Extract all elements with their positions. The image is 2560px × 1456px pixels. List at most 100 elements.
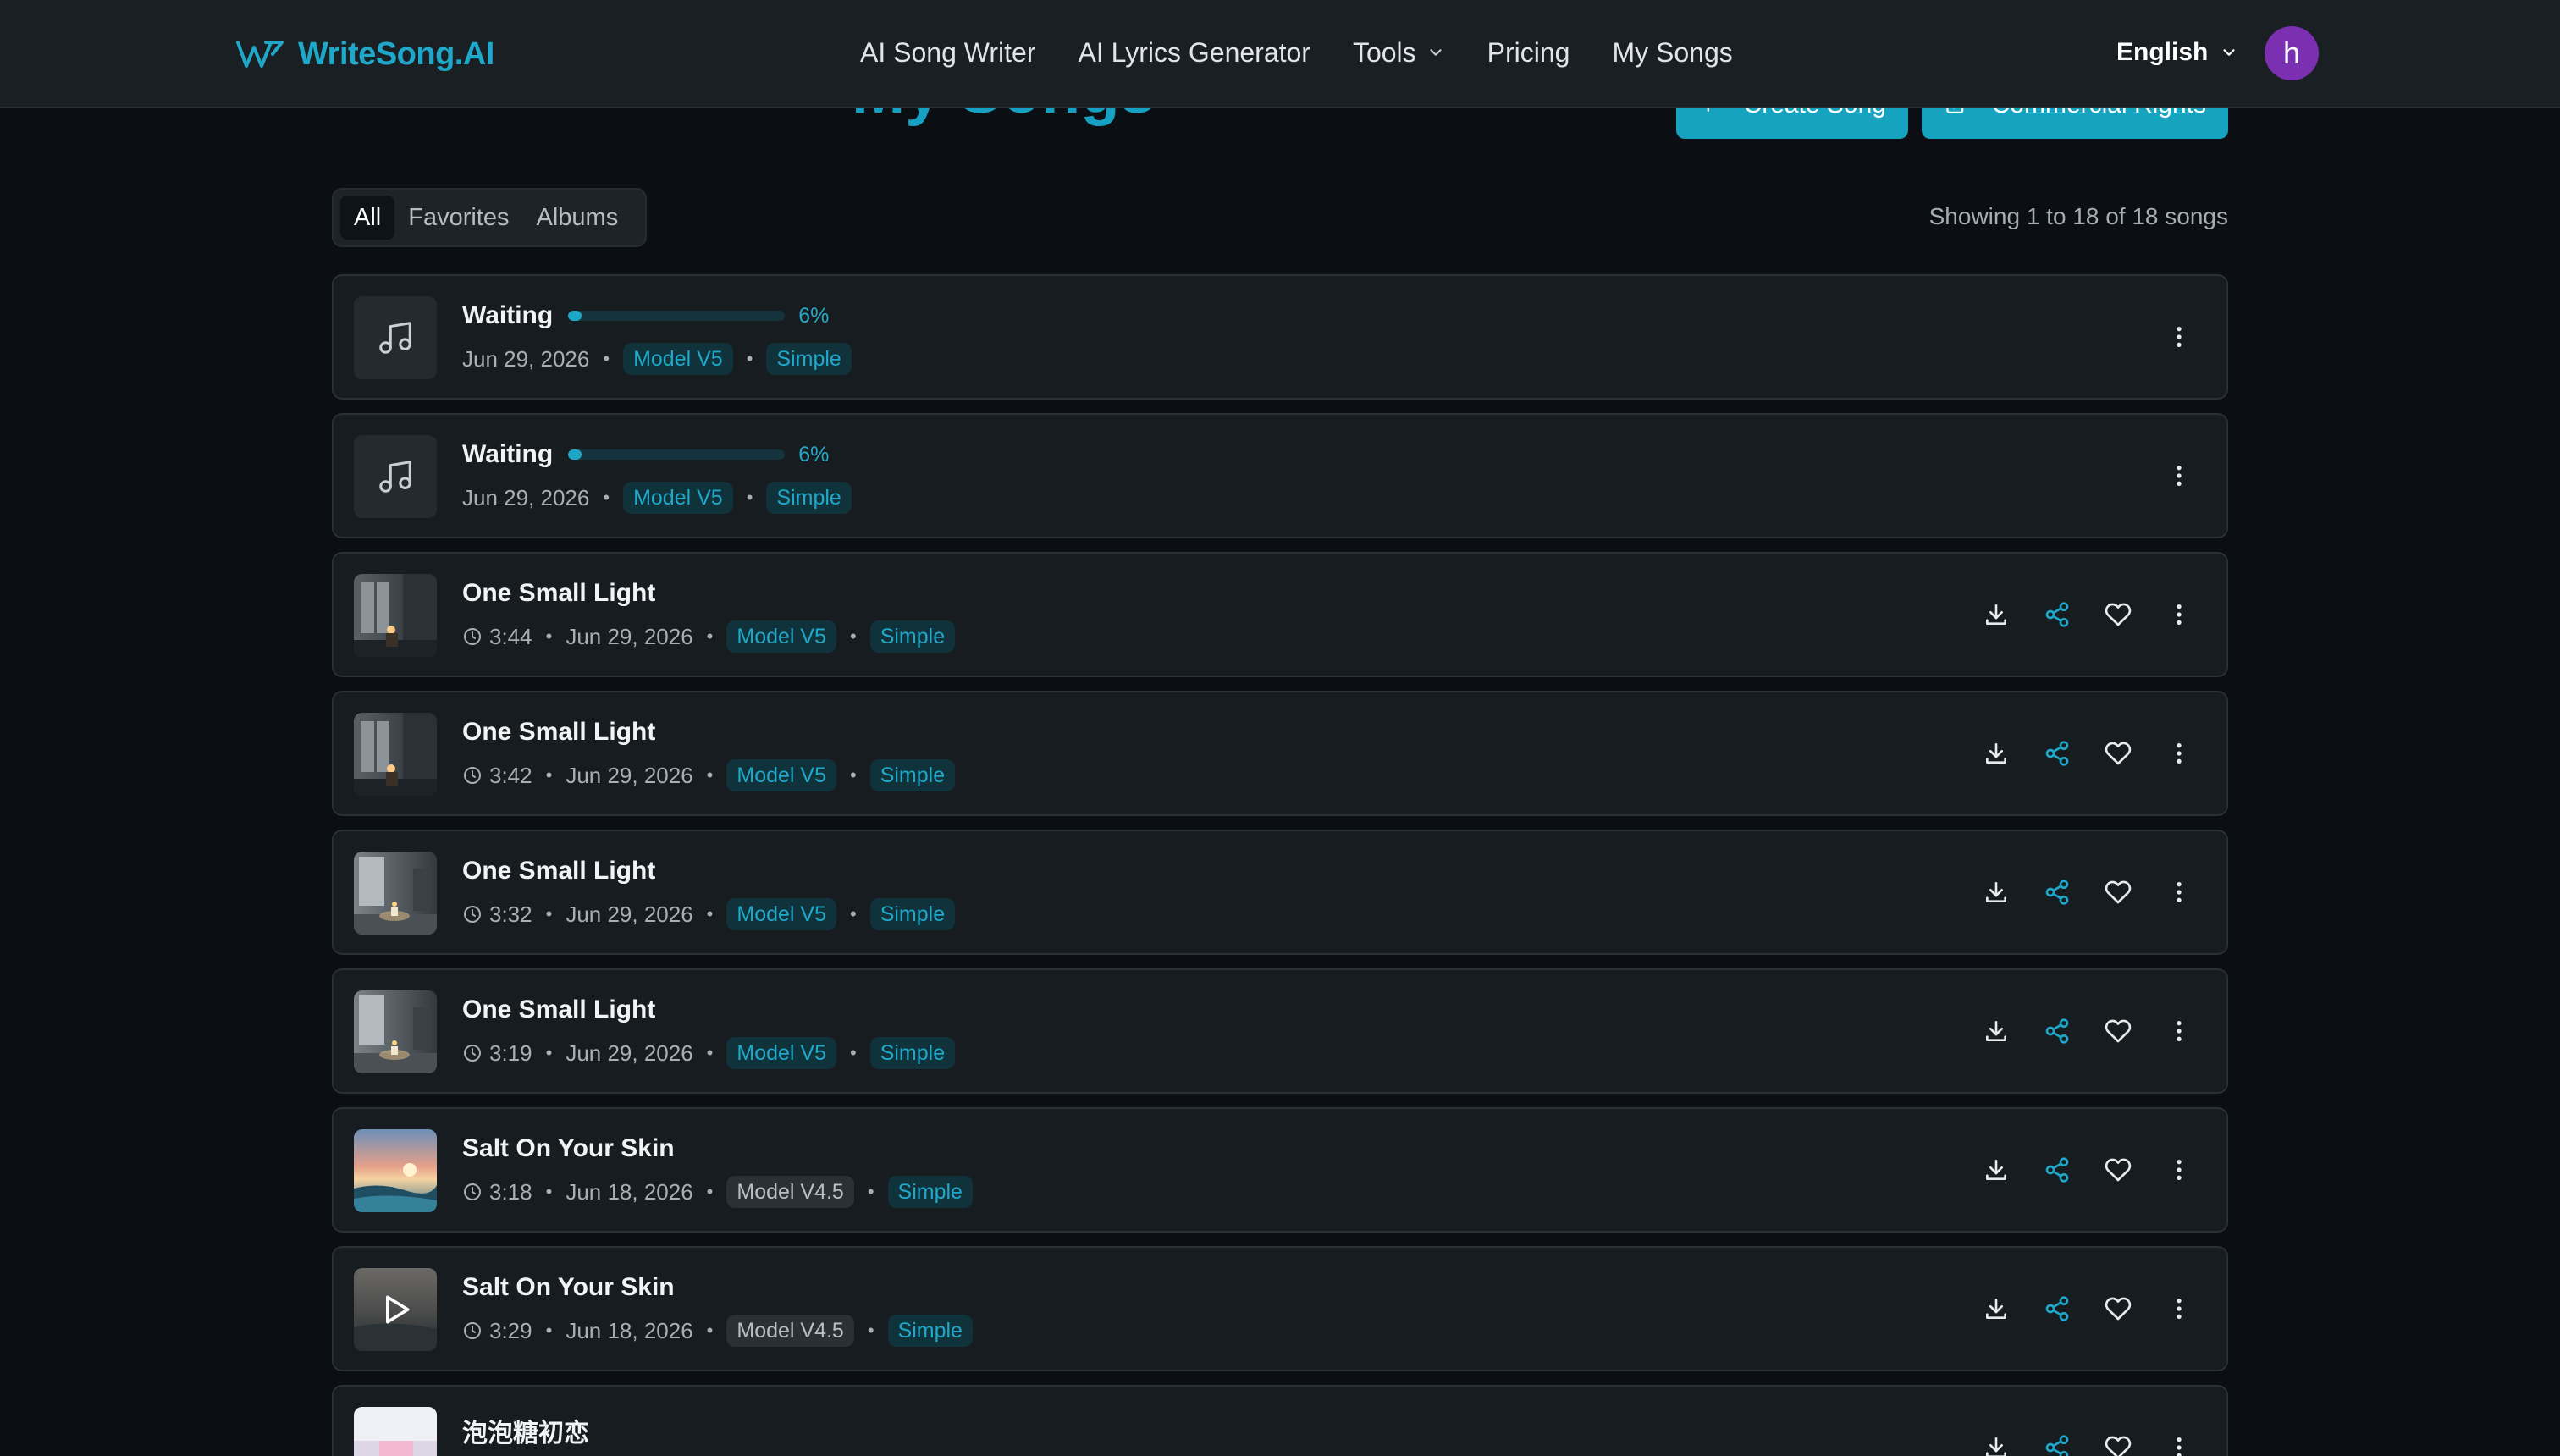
song-thumbnail[interactable]	[354, 1407, 437, 1456]
brand-logo[interactable]: WriteSong.AI	[235, 32, 494, 76]
song-title[interactable]: One Small Light	[462, 995, 655, 1024]
song-title: Waiting	[462, 440, 554, 468]
nav-ai-song-writer[interactable]: AI Song Writer	[860, 37, 1035, 69]
song-title[interactable]: One Small Light	[462, 579, 655, 608]
separator-dot: •	[545, 1320, 553, 1341]
song-thumbnail[interactable]	[354, 990, 437, 1073]
more-options-icon[interactable]	[2157, 870, 2201, 914]
download-icon[interactable]	[1974, 870, 2018, 914]
song-row[interactable]: Waiting 6% Jun 29, 2026 • Model V5 • Simple	[332, 274, 2228, 400]
nav-tools[interactable]: Tools	[1353, 37, 1445, 69]
share-icon[interactable]	[2035, 731, 2079, 775]
song-thumbnail[interactable]	[354, 1129, 437, 1212]
song-duration: 3:18	[489, 1178, 532, 1205]
more-options-icon[interactable]	[2157, 1426, 2201, 1456]
download-icon[interactable]	[1974, 1287, 2018, 1331]
nav-label: My Songs	[1612, 36, 1733, 68]
song-title[interactable]: Salt On Your Skin	[462, 1134, 675, 1163]
showing-count: Showing 1 to 18 of 18 songs	[1928, 203, 2228, 229]
heart-icon[interactable]	[2096, 731, 2140, 775]
song-row[interactable]: One Small Light 3:19 • Jun 29, 2026 • Model V…	[332, 968, 2228, 1094]
progress-bar	[568, 311, 786, 321]
mode-badge: Simple	[869, 620, 956, 653]
song-duration: 3:32	[489, 901, 532, 927]
share-icon[interactable]	[2035, 1148, 2079, 1192]
song-thumbnail[interactable]	[354, 435, 437, 518]
separator-dot: •	[746, 487, 753, 508]
download-icon[interactable]	[1974, 1009, 2018, 1053]
heart-icon[interactable]	[2096, 1148, 2140, 1192]
nav-label: Tools	[1352, 36, 1416, 68]
song-title: Waiting	[462, 301, 554, 329]
song-thumbnail[interactable]	[354, 296, 437, 379]
model-badge: Model V5	[726, 1037, 836, 1069]
tab-albums[interactable]: Albums	[523, 196, 632, 240]
tab-all[interactable]: All	[340, 196, 395, 240]
song-thumbnail[interactable]	[354, 852, 437, 935]
nav-label: AI Lyrics Generator	[1078, 36, 1310, 68]
song-row[interactable]: Salt On Your Skin 3:29 • Jun 18, 2026 • Model…	[332, 1246, 2228, 1371]
song-row[interactable]: One Small Light 3:42 • Jun 29, 2026 • Model V…	[332, 691, 2228, 816]
separator-dot: •	[706, 1320, 714, 1341]
song-date: Jun 29, 2026	[566, 1040, 693, 1066]
song-row[interactable]: One Small Light 3:32 • Jun 29, 2026 • Model V…	[332, 830, 2228, 955]
share-icon[interactable]	[2035, 1009, 2079, 1053]
heart-icon[interactable]	[2096, 593, 2140, 637]
language-selector[interactable]: English	[2116, 32, 2238, 73]
separator-dot: •	[706, 626, 714, 647]
song-thumbnail[interactable]	[354, 713, 437, 796]
more-options-icon[interactable]	[2157, 1148, 2201, 1192]
song-meta: 3:44 • Jun 29, 2026 • Model V5 • Simple	[462, 620, 956, 654]
tab-favorites[interactable]: Favorites	[394, 196, 522, 240]
heart-icon[interactable]	[2096, 1009, 2140, 1053]
mode-badge: Simple	[869, 759, 956, 791]
clock-icon	[462, 765, 489, 786]
song-thumbnail[interactable]	[354, 1268, 437, 1351]
clock-icon	[462, 1321, 489, 1341]
nav-ai-lyrics-generator[interactable]: AI Lyrics Generator	[1078, 37, 1310, 69]
song-title[interactable]: One Small Light	[462, 718, 655, 747]
song-row[interactable]: Waiting 6% Jun 29, 2026 • Model V5 • Simple	[332, 413, 2228, 538]
mode-badge: Simple	[869, 898, 956, 930]
mode-badge: Simple	[766, 482, 852, 514]
song-row[interactable]: 泡泡糖初恋	[332, 1385, 2228, 1456]
more-options-icon[interactable]	[2157, 731, 2201, 775]
music-note-icon	[376, 318, 415, 357]
user-avatar[interactable]: h	[2265, 26, 2319, 80]
share-icon[interactable]	[2035, 1426, 2079, 1456]
download-icon[interactable]	[1974, 593, 2018, 637]
song-actions	[1957, 1287, 2201, 1331]
more-options-icon[interactable]	[2157, 315, 2201, 359]
separator-dot: •	[867, 1181, 874, 1202]
model-badge: Model V5	[726, 620, 836, 653]
song-date: Jun 29, 2026	[566, 762, 693, 788]
separator-dot: •	[746, 348, 753, 369]
more-options-icon[interactable]	[2157, 1287, 2201, 1331]
music-note-icon	[376, 457, 415, 496]
nav-pricing[interactable]: Pricing	[1487, 37, 1570, 69]
share-icon[interactable]	[2035, 1287, 2079, 1331]
song-actions	[1957, 1148, 2201, 1192]
nav-my-songs[interactable]: My Songs	[1612, 37, 1732, 69]
song-thumbnail[interactable]	[354, 574, 437, 657]
more-options-icon[interactable]	[2157, 1009, 2201, 1053]
download-icon[interactable]	[1974, 1426, 2018, 1456]
model-badge: Model V5	[726, 898, 836, 930]
heart-icon[interactable]	[2096, 870, 2140, 914]
song-title[interactable]: One Small Light	[462, 857, 655, 885]
download-icon[interactable]	[1974, 1148, 2018, 1192]
more-options-icon[interactable]	[2157, 593, 2201, 637]
download-icon[interactable]	[1974, 731, 2018, 775]
separator-dot: •	[706, 764, 714, 786]
play-icon[interactable]	[354, 1268, 437, 1351]
share-icon[interactable]	[2035, 593, 2079, 637]
song-title[interactable]: Salt On Your Skin	[462, 1273, 675, 1302]
song-row[interactable]: Salt On Your Skin 3:18 • Jun 18, 2026 • Model…	[332, 1107, 2228, 1233]
song-title[interactable]: 泡泡糖初恋	[462, 1412, 589, 1449]
heart-icon[interactable]	[2096, 1287, 2140, 1331]
share-icon[interactable]	[2035, 870, 2079, 914]
heart-icon[interactable]	[2096, 1426, 2140, 1456]
song-row[interactable]: One Small Light 3:44 • Jun 29, 2026 • Model V…	[332, 552, 2228, 677]
mode-badge: Simple	[887, 1176, 973, 1208]
more-options-icon[interactable]	[2157, 454, 2201, 498]
